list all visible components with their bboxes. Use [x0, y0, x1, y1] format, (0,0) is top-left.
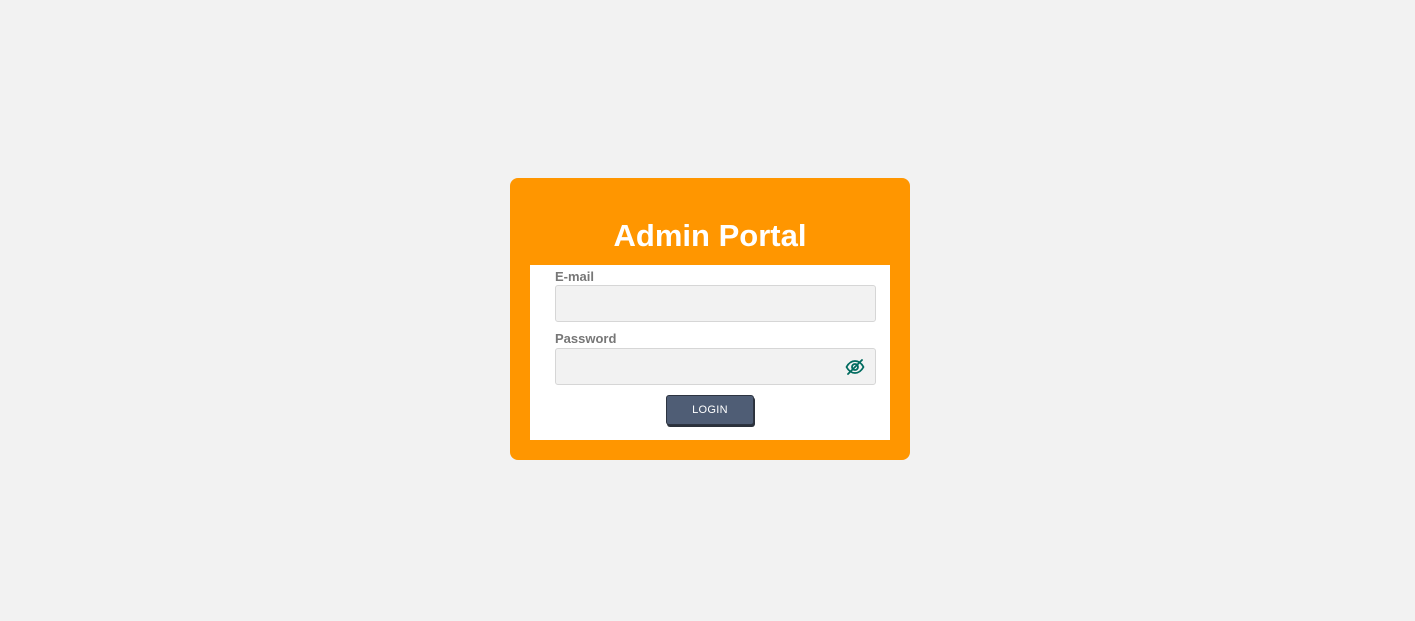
password-field[interactable]	[555, 348, 876, 385]
login-form: E-mail Password LOGIN	[530, 265, 890, 440]
login-card: Admin Portal E-mail Password LOGIN	[510, 178, 910, 460]
eye-slash-icon[interactable]	[844, 357, 866, 377]
email-label: E-mail	[555, 269, 595, 284]
login-page: Admin Portal E-mail Password LOGIN	[0, 0, 1415, 621]
page-title: Admin Portal	[613, 218, 807, 253]
password-label: Password	[555, 331, 617, 346]
login-button[interactable]: LOGIN	[666, 395, 754, 425]
email-field[interactable]	[555, 285, 876, 322]
